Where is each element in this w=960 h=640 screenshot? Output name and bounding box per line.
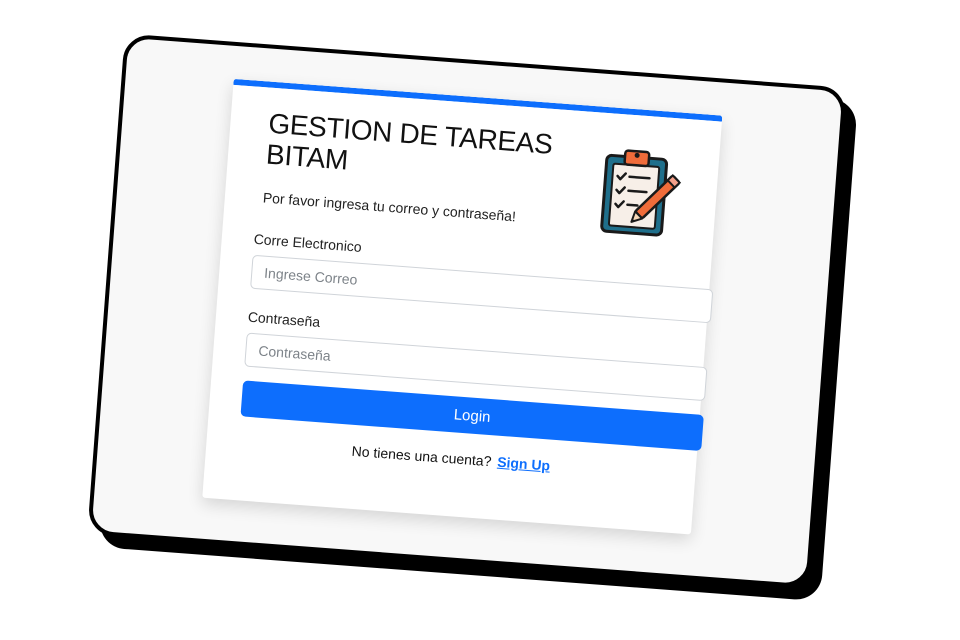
login-card: GESTION DE TAREAS BITAM Por favor ingres… — [202, 78, 723, 535]
signup-link[interactable]: Sign Up — [497, 454, 551, 474]
card-header: GESTION DE TAREAS BITAM Por favor ingres… — [261, 108, 683, 257]
stage: GESTION DE TAREAS BITAM Por favor ingres… — [0, 0, 960, 640]
clipboard-checklist-icon — [600, 149, 682, 237]
device-screen: GESTION DE TAREAS BITAM Por favor ingres… — [87, 33, 847, 589]
page-title: GESTION DE TAREAS BITAM — [265, 107, 554, 176]
signup-prompt: No tienes una cuenta? — [351, 442, 493, 470]
tablet-device: GESTION DE TAREAS BITAM Por favor ingres… — [87, 33, 858, 602]
